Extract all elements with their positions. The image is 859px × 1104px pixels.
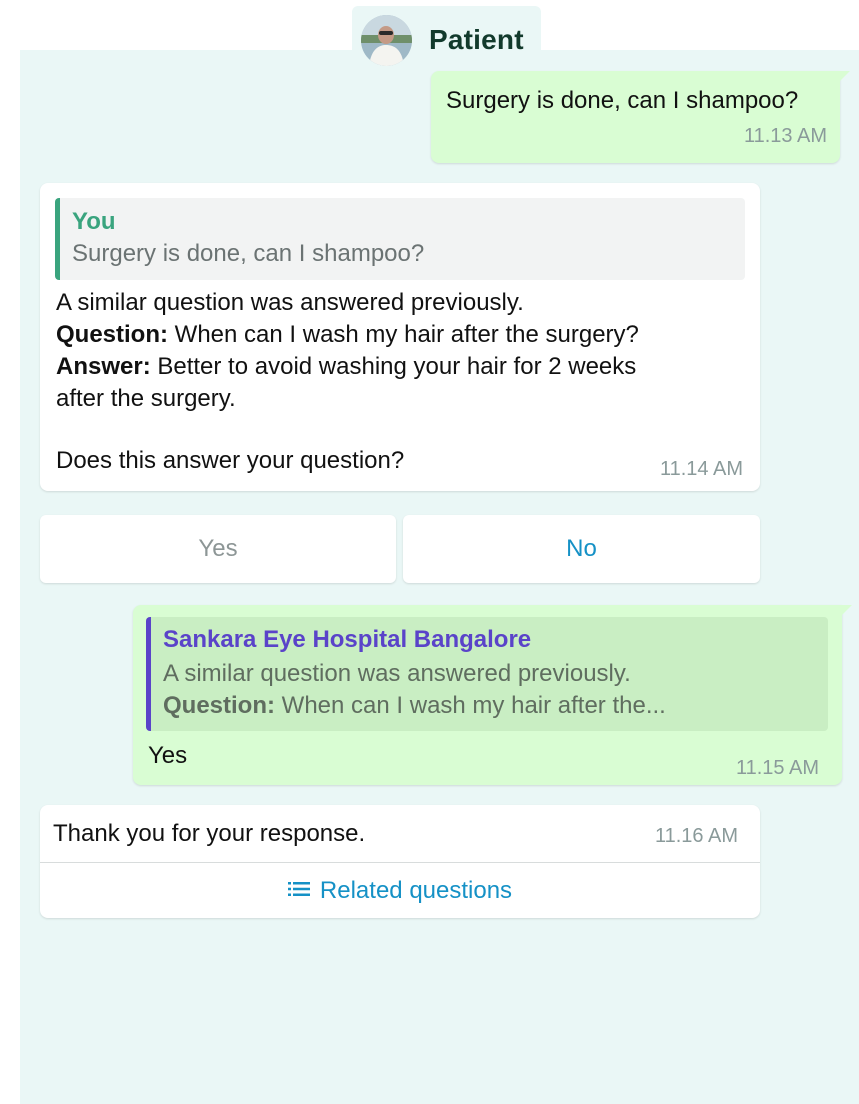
question-label: Question: — [56, 321, 168, 348]
quote-question-label: Question: — [163, 692, 275, 719]
quote-bar — [55, 198, 60, 280]
quote-question-line: Question: When can I wash my hair after … — [163, 692, 666, 720]
answer-line: Answer: Better to avoid washing your hai… — [56, 351, 736, 383]
related-questions-button[interactable]: Related questions — [40, 863, 760, 918]
list-icon — [287, 862, 310, 917]
answer-text-continued: after the surgery. — [56, 385, 236, 412]
contact-name: Patient — [429, 24, 524, 55]
outgoing-reply-message[interactable]: Sankara Eye Hospital Bangalore A similar… — [133, 605, 852, 785]
outgoing-message[interactable]: Surgery is done, can I shampoo? 11.13 AM — [431, 71, 850, 163]
message-prompt: Does this answer your question? — [56, 447, 405, 474]
message-text: Surgery is done, can I shampoo? — [446, 87, 799, 114]
quote-question-text: When can I wash my hair after the... — [281, 692, 666, 719]
no-button[interactable]: No — [403, 515, 760, 583]
message-timestamp: 11.15 AM — [735, 757, 819, 779]
chat-header[interactable]: Patient — [352, 6, 541, 70]
question-line: Question: When can I wash my hair after … — [56, 319, 736, 351]
bubble-tail — [842, 605, 852, 615]
incoming-message[interactable]: Thank you for your response. 11.16 AM Re… — [40, 805, 760, 918]
incoming-message[interactable]: You Surgery is done, can I shampoo? A si… — [40, 183, 760, 491]
answer-label: Answer: — [56, 353, 151, 380]
quote-text: Surgery is done, can I shampoo? — [72, 240, 425, 267]
message-text: Yes — [148, 742, 188, 769]
quoted-message[interactable]: Sankara Eye Hospital Bangalore A similar… — [146, 617, 828, 731]
patient-avatar[interactable] — [361, 15, 412, 66]
message-timestamp: 11.14 AM — [659, 458, 743, 480]
yes-button[interactable]: Yes — [40, 515, 396, 583]
message-text: Thank you for your response. — [53, 820, 366, 847]
bubble-tail — [840, 71, 850, 81]
quote-sender: You — [72, 208, 116, 235]
message-timestamp: 11.16 AM — [654, 825, 738, 847]
message-timestamp: 11.13 AM — [743, 125, 827, 147]
answer-text: Better to avoid washing your hair for 2 … — [157, 353, 637, 380]
question-text: When can I wash my hair after the surger… — [174, 321, 639, 348]
avatar-image — [361, 15, 412, 66]
quoted-message[interactable]: You Surgery is done, can I shampoo? — [55, 198, 745, 280]
message-intro: A similar question was answered previous… — [56, 289, 524, 316]
quote-text: A similar question was answered previous… — [163, 660, 631, 687]
quote-sender: Sankara Eye Hospital Bangalore — [163, 626, 532, 653]
related-questions-label: Related questions — [319, 877, 513, 904]
quote-bar — [146, 617, 151, 731]
message-body: A similar question was answered previous… — [56, 287, 736, 415]
